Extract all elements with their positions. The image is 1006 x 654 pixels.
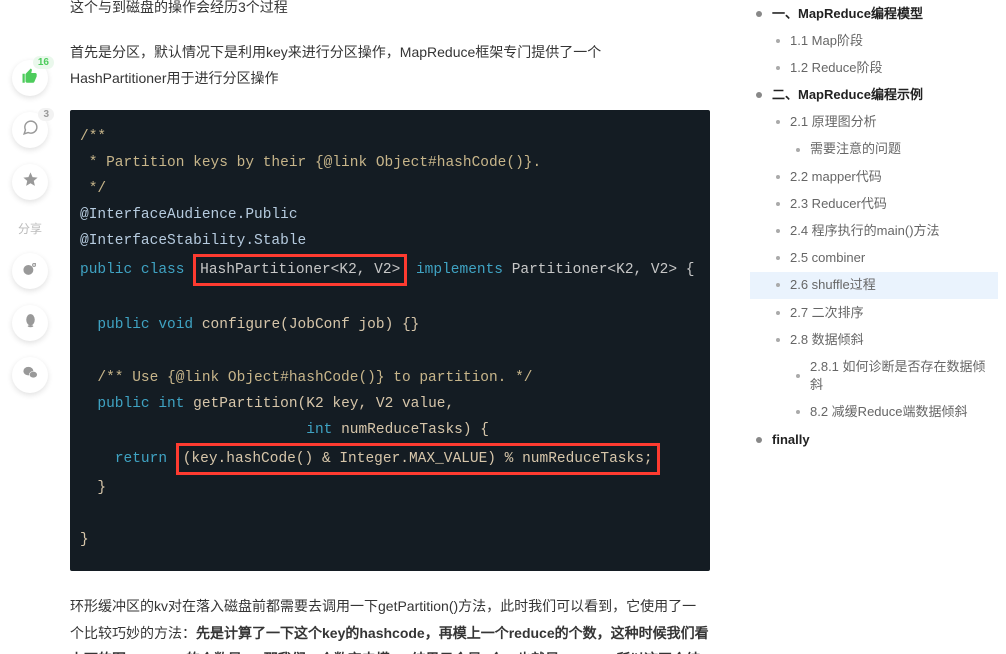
toc-item[interactable]: 2.6 shuffle过程 [750, 272, 998, 299]
toc-item[interactable]: 2.8.1 如何诊断是否存在数据倾斜 [750, 353, 998, 398]
star-icon [22, 171, 39, 193]
toc-item[interactable]: 2.8 数据倾斜 [750, 326, 998, 353]
toc-item[interactable]: 2.7 二次排序 [750, 299, 998, 326]
toc-link[interactable]: 需要注意的问题 [810, 140, 901, 158]
toc-bullet-icon [756, 92, 762, 98]
toc-link[interactable]: 2.7 二次排序 [790, 304, 864, 322]
toc-bullet-icon [756, 437, 762, 443]
code-block: /** * Partition keys by their {@link Obj… [70, 110, 710, 572]
toc-bullet-icon [776, 283, 780, 287]
toc-sidebar: 一、MapReduce编程模型 1.1 Map阶段 1.2 Reduce阶段二、Ma… [746, 0, 1006, 654]
toc-link[interactable]: 8.2 减缓Reduce端数据倾斜 [810, 403, 968, 421]
toc-bullet-icon [796, 148, 800, 152]
toc-bullet-icon [776, 229, 780, 233]
toc-link[interactable]: 2.1 原理图分析 [790, 113, 877, 131]
toc-bullet-icon [776, 39, 780, 43]
share-weibo-button[interactable] [12, 253, 48, 289]
paragraph-explain: 环形缓冲区的kv对在落入磁盘前都需要去调用一下getPartition()方法，… [70, 593, 710, 654]
toc-bullet-icon [756, 11, 762, 17]
toc-bullet-icon [776, 66, 780, 70]
like-button[interactable]: 16 [12, 60, 48, 96]
comment-icon [22, 119, 39, 141]
toc-item[interactable]: finally [750, 426, 998, 453]
toc-item[interactable]: 一、MapReduce编程模型 [750, 0, 998, 27]
qq-icon [22, 312, 39, 334]
share-qq-button[interactable] [12, 305, 48, 341]
toc-bullet-icon [776, 202, 780, 206]
toc-item[interactable]: 1.2 Reduce阶段 [750, 54, 998, 81]
toc-link[interactable]: 2.5 combiner [790, 249, 865, 267]
toc-link[interactable]: 2.2 mapper代码 [790, 168, 882, 186]
toc-item[interactable]: 2.2 mapper代码 [750, 163, 998, 190]
toc-link[interactable]: 1.1 Map阶段 [790, 32, 863, 50]
toc-item[interactable]: 2.3 Reducer代码 [750, 190, 998, 217]
toc-link[interactable]: finally [772, 431, 810, 449]
toc-link[interactable]: 2.6 shuffle过程 [790, 276, 876, 294]
toc-link[interactable]: 2.8.1 如何诊断是否存在数据倾斜 [810, 358, 998, 394]
comment-button[interactable]: 3 [12, 112, 48, 148]
like-count-badge: 16 [33, 56, 54, 69]
share-wechat-button[interactable] [12, 357, 48, 393]
toc-item[interactable]: 8.2 减缓Reduce端数据倾斜 [750, 399, 998, 426]
toc-bullet-icon [776, 120, 780, 124]
thumbs-up-icon [21, 67, 39, 90]
toc-link[interactable]: 2.8 数据倾斜 [790, 331, 864, 349]
toc-link[interactable]: 2.4 程序执行的main()方法 [790, 222, 940, 240]
toc-bullet-icon [776, 311, 780, 315]
toc-bullet-icon [776, 175, 780, 179]
toc-item[interactable]: 1.1 Map阶段 [750, 27, 998, 54]
favorite-button[interactable] [12, 164, 48, 200]
toc-bullet-icon [796, 410, 800, 414]
action-bar: 16 3 分享 [10, 60, 50, 393]
toc-item[interactable]: 2.5 combiner [750, 245, 998, 272]
toc-item[interactable]: 2.1 原理图分析 [750, 109, 998, 136]
highlight-class-decl: HashPartitioner<K2, V2> [193, 254, 407, 286]
toc-link[interactable]: 一、MapReduce编程模型 [772, 5, 923, 23]
highlight-return-expr: (key.hashCode() & Integer.MAX_VALUE) % n… [176, 443, 660, 475]
weibo-icon [22, 260, 39, 282]
article-main: 这个与到磁盘的操作会经历3个过程 首先是分区，默认情况下是利用key来进行分区操… [0, 0, 740, 654]
comment-count-badge: 3 [38, 108, 54, 121]
share-label: 分享 [18, 220, 42, 237]
toc-link[interactable]: 二、MapReduce编程示例 [772, 86, 923, 104]
toc-item[interactable]: 2.4 程序执行的main()方法 [750, 218, 998, 245]
paragraph-intro: 首先是分区，默认情况下是利用key来进行分区操作，MapReduce框架专门提供… [70, 39, 710, 92]
toc-bullet-icon [796, 374, 800, 378]
paragraph-truncated: 这个与到磁盘的操作会经历3个过程 [70, 0, 710, 21]
toc-bullet-icon [776, 256, 780, 260]
toc-link[interactable]: 1.2 Reduce阶段 [790, 59, 883, 77]
toc-item[interactable]: 二、MapReduce编程示例 [750, 82, 998, 109]
toc-list: 一、MapReduce编程模型 1.1 Map阶段 1.2 Reduce阶段二、Ma… [750, 0, 998, 453]
toc-item[interactable]: 需要注意的问题 [750, 136, 998, 163]
wechat-icon [22, 364, 39, 386]
toc-link[interactable]: 2.3 Reducer代码 [790, 195, 887, 213]
toc-bullet-icon [776, 338, 780, 342]
